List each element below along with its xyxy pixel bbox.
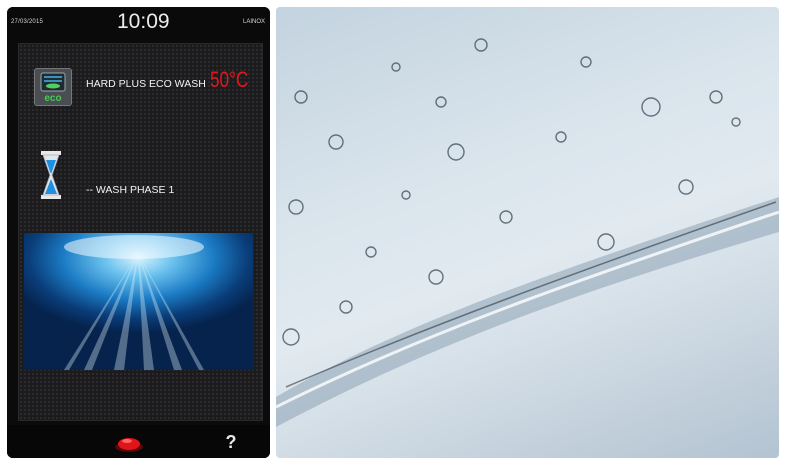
water-splash-photo (276, 7, 779, 458)
underwater-image (24, 233, 253, 370)
status-time: 10:09 (117, 10, 170, 33)
eco-wash-icon[interactable]: eco (34, 68, 72, 106)
red-start-button-icon[interactable] (114, 435, 144, 453)
temperature-value: 50°C (210, 67, 249, 92)
help-button[interactable]: ? (215, 431, 247, 457)
program-label: HARD PLUS ECO WASH (86, 78, 206, 90)
eco-text: eco (44, 93, 61, 104)
status-bar: 27/03/2015 10:09 LAINOX (7, 7, 270, 39)
status-date: 27/03/2015 (11, 19, 44, 25)
brand-label: LAINOX (242, 19, 265, 25)
wash-phase-label: -- WASH PHASE 1 (86, 184, 175, 196)
bottom-bar: ? (7, 425, 270, 458)
help-icon: ? (225, 432, 237, 452)
hourglass-icon (41, 151, 61, 199)
dishwasher-control-panel: 27/03/2015 10:09 LAINOX eco HARD PLUS EC… (7, 7, 270, 458)
